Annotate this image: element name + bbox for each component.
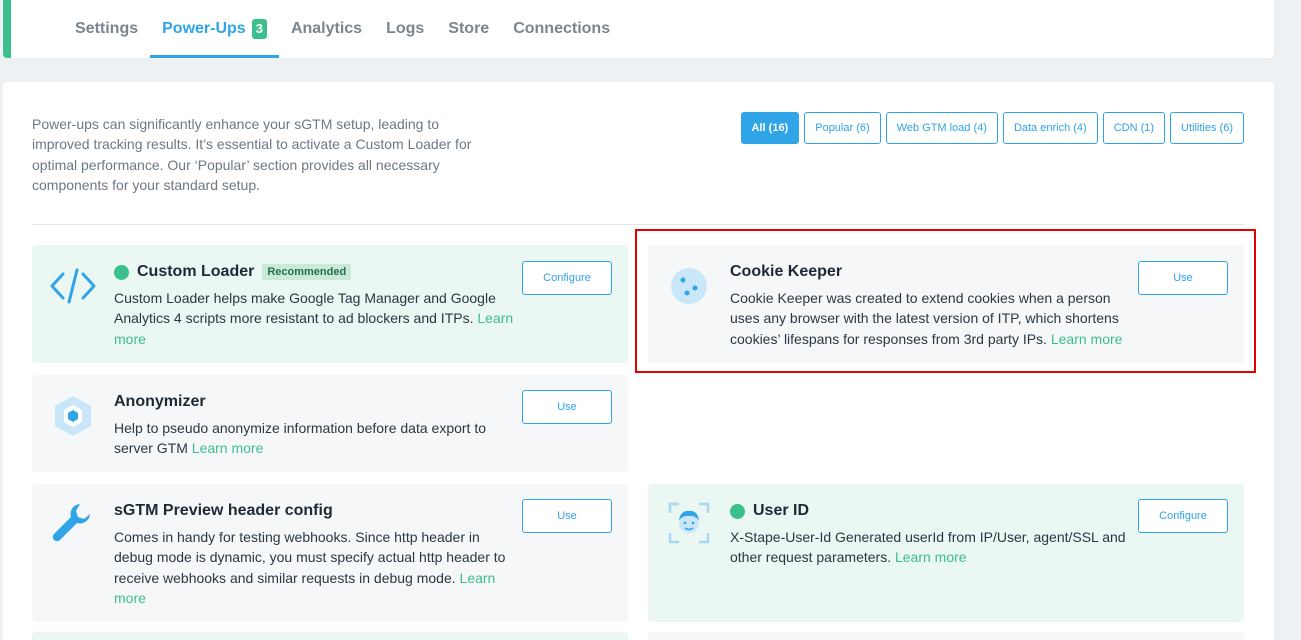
card-custom-loader: Custom Loader Recommended Custom Loader h… [32,245,628,363]
card-description: Comes in handy for testing webhooks. Sin… [114,529,506,586]
hexagon-icon [48,391,98,441]
divider [32,224,1244,225]
filter-all[interactable]: All (16) [740,112,800,144]
configure-button[interactable]: Configure [522,261,612,295]
tab-analytics[interactable]: Analytics [279,0,374,58]
card-partial [648,632,1244,640]
learn-more-link[interactable]: Learn more [192,440,264,456]
filter-web-gtm-load[interactable]: Web GTM load (4) [885,112,998,144]
card-anonymizer: Anonymizer Help to pseudo anonymize info… [32,375,628,472]
learn-more-link[interactable]: Learn more [895,549,967,565]
power-ups-count-badge: 3 [251,19,267,39]
filter-popular[interactable]: Popular (6) [804,112,881,144]
wrench-icon [48,498,98,548]
tab-connections[interactable]: Connections [501,0,622,58]
tab-settings[interactable]: Settings [63,0,150,58]
card-title: Custom Loader [137,263,255,280]
filter-data-enrich[interactable]: Data enrich (4) [1002,112,1098,144]
card-description: Help to pseudo anonymize information bef… [114,420,487,457]
card-title: User ID [753,502,810,519]
filter-cdn[interactable]: CDN (1) [1102,112,1166,144]
card-preview-header-config: sGTM Preview header config Comes in hand… [32,484,628,622]
filter-bar: All (16) Popular (6) Web GTM load (4) Da… [740,112,1244,144]
intro-text: Power-ups can significantly enhance your… [32,116,472,194]
use-button[interactable]: Use [522,499,612,533]
recommended-badge: Recommended [262,264,352,280]
face-scan-icon [664,498,714,548]
tab-logs[interactable]: Logs [374,0,436,58]
card-user-id: User ID X-Stape-User-Id Generated userId… [648,484,1244,622]
active-status-dot [730,503,745,519]
tab-power-ups[interactable]: Power-Ups 3 [150,0,279,58]
tab-bar: Settings Power-Ups 3 Analytics Logs Store… [63,0,622,58]
card-partial [32,632,628,640]
highlight-box [635,229,1256,373]
card-title: sGTM Preview header config [114,502,333,519]
use-button[interactable]: Use [522,390,612,424]
tab-store[interactable]: Store [436,0,501,58]
filter-utilities[interactable]: Utilities (6) [1170,112,1244,144]
card-title: Anonymizer [114,393,206,410]
top-nav: Settings Power-Ups 3 Analytics Logs Store… [3,0,1274,58]
code-icon [48,261,98,311]
configure-button[interactable]: Configure [1138,499,1228,533]
card-description: Custom Loader helps make Google Tag Mana… [114,290,496,327]
active-status-dot [114,264,129,280]
